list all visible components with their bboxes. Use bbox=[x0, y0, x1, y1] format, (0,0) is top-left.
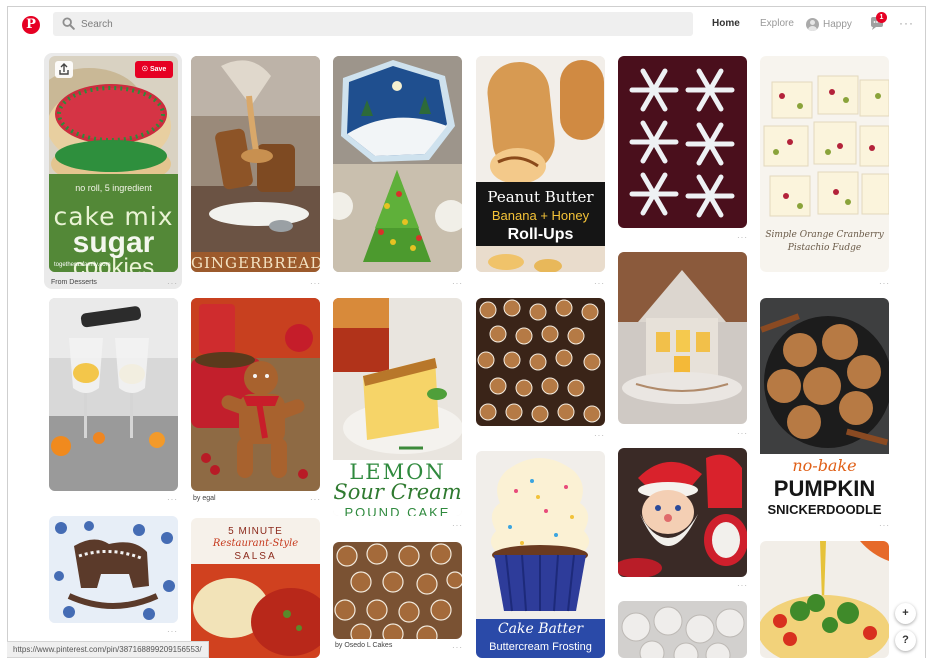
pin-source-site: togetherasfamily.com bbox=[54, 262, 111, 268]
window-frame-right bbox=[925, 6, 926, 658]
pin-image-winter-cookies bbox=[333, 56, 462, 272]
pin-gingerbread-drink[interactable]: GINGERBREAD bbox=[191, 56, 320, 272]
window-frame-left bbox=[7, 6, 8, 658]
pin-more-icon[interactable]: ··· bbox=[310, 280, 321, 288]
pin-restaurant-salsa[interactable]: 5 MINUTE Restaurant-Style SALSA bbox=[191, 518, 320, 658]
pin-more-icon[interactable]: ··· bbox=[452, 644, 463, 652]
pin-more-icon[interactable]: ··· bbox=[167, 496, 178, 504]
nav-profile-link[interactable]: Happy bbox=[806, 15, 852, 33]
pin-pasta-salad[interactable] bbox=[760, 541, 889, 658]
pin-caption-line2: Restaurant-Style bbox=[212, 538, 299, 549]
pin-rocking-horse-cookie[interactable] bbox=[49, 516, 178, 623]
nav-explore-link[interactable]: Explore bbox=[760, 18, 794, 29]
pin-caption-line1: no roll, 5 ingredient bbox=[75, 183, 152, 193]
more-options-icon[interactable]: ··· bbox=[899, 17, 914, 29]
pin-more-icon[interactable]: ··· bbox=[167, 628, 178, 636]
pin-author[interactable]: by Osedo L Cakes bbox=[335, 642, 392, 649]
share-icon bbox=[59, 63, 69, 75]
pin-winter-cookies[interactable] bbox=[333, 56, 462, 272]
pin-more-icon[interactable]: ··· bbox=[594, 432, 605, 440]
pin-gingerbread-stars[interactable] bbox=[476, 298, 605, 426]
pin-caption-line1: Simple Orange Cranberry bbox=[765, 230, 884, 240]
pin-champagne-sorbet[interactable] bbox=[49, 298, 178, 491]
pinterest-logo-icon[interactable]: P bbox=[22, 16, 40, 34]
pin-peanut-butter-rollups[interactable]: Peanut Butter Banana + Honey Roll-Ups bbox=[476, 56, 605, 272]
pin-image-gingerbread-drink bbox=[191, 56, 320, 272]
pin-more-icon[interactable]: ··· bbox=[167, 280, 178, 288]
pin-snowflake-cookies-tray[interactable] bbox=[333, 542, 462, 639]
search-bar[interactable] bbox=[53, 12, 693, 36]
pin-lemon-pound-cake[interactable]: LEMON Sour Cream POUND CAKE bbox=[333, 298, 462, 516]
pin-snowman-cookies[interactable] bbox=[618, 601, 747, 658]
pin-santa-cookies[interactable] bbox=[618, 448, 747, 577]
pin-image-gingerbread-house bbox=[618, 252, 747, 424]
pin-image-gingerbread-man bbox=[191, 298, 320, 491]
pin-caption-line1: no-bake bbox=[792, 456, 857, 475]
pin-more-icon[interactable]: ··· bbox=[737, 234, 748, 242]
pin-author[interactable]: by egal bbox=[193, 495, 216, 502]
pin-board-name[interactable]: From Desserts bbox=[51, 279, 97, 286]
pin-image-gingerbread-stars bbox=[476, 298, 605, 426]
pin-orange-cranberry-fudge[interactable]: Simple Orange Cranberry Pistachio Fudge bbox=[760, 56, 889, 272]
pin-caption-line2: Buttercream Frosting bbox=[489, 641, 592, 653]
pin-gingerbread-house[interactable] bbox=[618, 252, 747, 424]
nav-home-link[interactable]: Home bbox=[712, 18, 740, 29]
pin-pumpkin-snickerdoodle[interactable]: no-bake PUMPKIN SNICKERDOODLE bbox=[760, 298, 889, 516]
pin-more-icon[interactable]: ··· bbox=[452, 280, 463, 288]
add-pin-button[interactable]: + bbox=[895, 603, 916, 624]
save-label: Save bbox=[149, 66, 167, 73]
pin-caption-line2: Sour Cream bbox=[333, 480, 462, 504]
search-icon bbox=[62, 17, 75, 30]
pin-image-pasta-salad bbox=[760, 541, 889, 658]
pin-caption-line2: Banana + Honey bbox=[491, 208, 590, 223]
search-input[interactable] bbox=[81, 14, 671, 34]
pin-sugar-cookies[interactable]: no roll, 5 ingredient cake mix sugar coo… bbox=[49, 56, 178, 272]
pin-caption: GINGERBREAD bbox=[191, 254, 320, 272]
pin-more-icon[interactable]: ··· bbox=[594, 280, 605, 288]
pin-image-snowflake-cookies bbox=[618, 56, 747, 228]
notification-badge: 1 bbox=[876, 12, 887, 23]
pin-caption-line3: POUND CAKE bbox=[344, 505, 451, 516]
help-button[interactable]: ? bbox=[895, 630, 916, 651]
save-button[interactable]: ☉ Save bbox=[135, 61, 173, 78]
pin-image-snowman-cookies bbox=[618, 601, 747, 658]
pin-caption-line2: PUMPKIN bbox=[773, 476, 876, 501]
pin-icon: ☉ bbox=[141, 66, 148, 73]
pin-caption-line3: Roll-Ups bbox=[507, 226, 574, 243]
pin-caption-line1: Cake Batter bbox=[497, 621, 584, 637]
avatar bbox=[806, 17, 819, 31]
pin-more-icon[interactable]: ··· bbox=[452, 522, 463, 530]
pin-image-rocking-horse-cookie bbox=[49, 516, 178, 623]
pin-more-icon[interactable]: ··· bbox=[737, 582, 748, 590]
pin-image-santa-cookies bbox=[618, 448, 747, 577]
pin-caption-line3: SNICKERDOODLE bbox=[767, 502, 882, 516]
pin-snowflake-cookies[interactable] bbox=[618, 56, 747, 228]
pin-caption-line1: Peanut Butter bbox=[487, 188, 594, 206]
pin-image-snowflake-cookies-tray bbox=[333, 542, 462, 639]
pin-caption-line3: SALSA bbox=[234, 551, 277, 562]
pin-more-icon[interactable]: ··· bbox=[310, 496, 321, 504]
pin-more-icon[interactable]: ··· bbox=[879, 280, 890, 288]
pin-more-icon[interactable]: ··· bbox=[737, 430, 748, 438]
user-name: Happy bbox=[823, 18, 852, 30]
share-button[interactable] bbox=[55, 61, 73, 78]
status-bar-url: https://www.pinterest.com/pin/3871688992… bbox=[7, 641, 209, 658]
pin-caption-line2: Pistachio Fudge bbox=[787, 243, 862, 253]
pin-cake-batter-frosting[interactable]: Cake Batter Buttercream Frosting bbox=[476, 451, 605, 658]
top-header: P Home Explore Happy 1 ··· bbox=[8, 7, 925, 43]
pin-more-icon[interactable]: ··· bbox=[879, 522, 890, 530]
pin-gingerbread-man[interactable] bbox=[191, 298, 320, 491]
pin-image-champagne-sorbet bbox=[49, 298, 178, 491]
pin-caption-line1: 5 MINUTE bbox=[228, 526, 283, 537]
